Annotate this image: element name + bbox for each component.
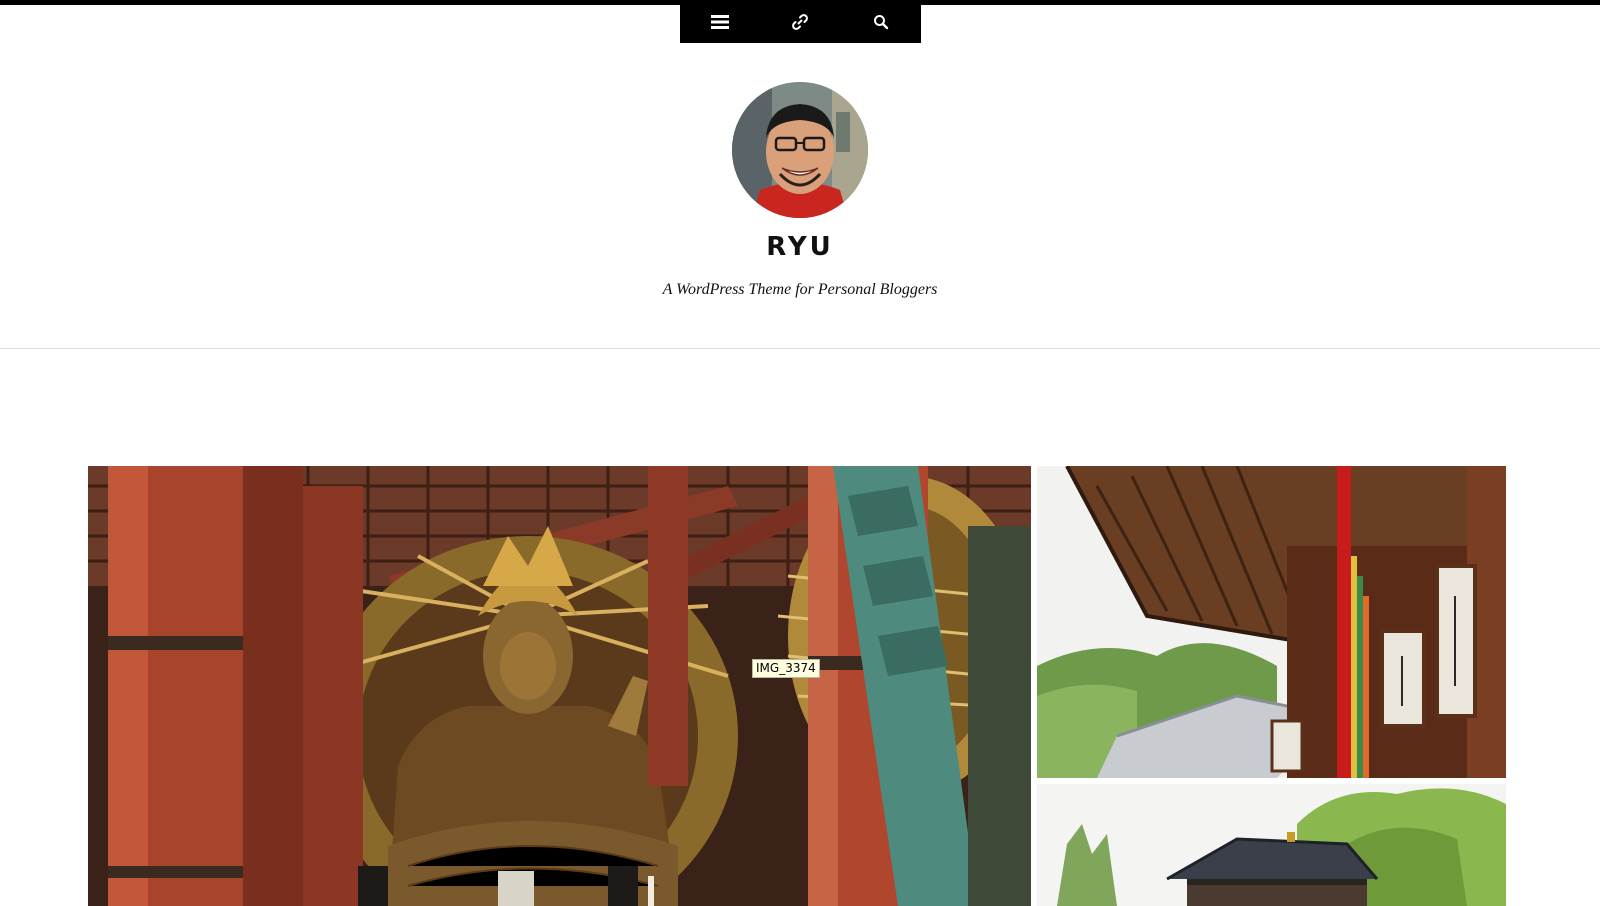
author-avatar[interactable] <box>732 82 868 218</box>
gallery-image-temple-eaves[interactable] <box>1037 466 1506 778</box>
site-title[interactable]: RYU <box>0 232 1600 262</box>
menu-icon <box>711 14 730 29</box>
image-tooltip: IMG_3374 <box>752 659 820 678</box>
search-button[interactable] <box>841 0 921 43</box>
gallery-image-buddha[interactable] <box>88 466 1031 906</box>
links-button[interactable] <box>760 0 840 43</box>
header-divider <box>0 348 1600 349</box>
toolbar <box>680 0 921 43</box>
gallery-image-temple-roof[interactable] <box>1037 784 1506 906</box>
link-icon <box>792 13 809 30</box>
site-header: RYU A WordPress Theme for Personal Blogg… <box>0 43 1600 348</box>
menu-button[interactable] <box>680 0 760 43</box>
site-description: A WordPress Theme for Personal Bloggers <box>662 281 938 298</box>
search-icon <box>873 14 889 29</box>
